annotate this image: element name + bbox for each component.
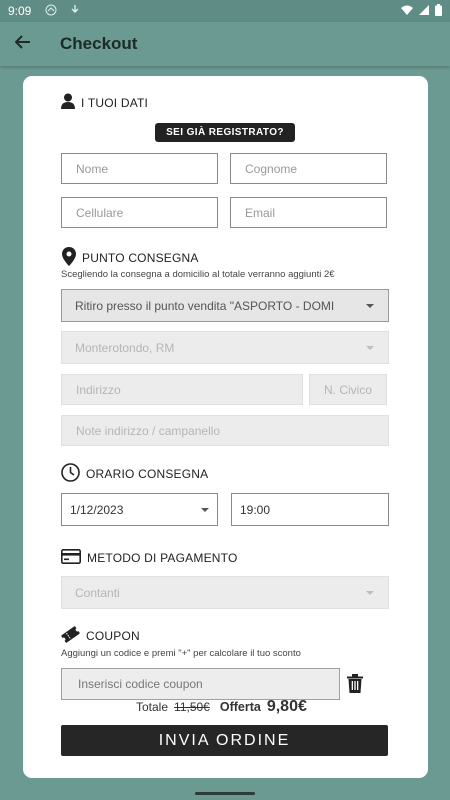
delivery-hint: Scegliendo la consegna a domicilio al to… bbox=[61, 269, 335, 280]
chevron-down-icon bbox=[366, 590, 374, 595]
submit-order-button[interactable]: INVIA ORDINE bbox=[61, 725, 388, 756]
phone-field[interactable]: Cellulare bbox=[61, 197, 218, 228]
total-label: Totale bbox=[136, 700, 169, 714]
user-icon bbox=[61, 93, 75, 112]
address-field[interactable]: Indirizzo bbox=[61, 374, 303, 405]
section-personal-header: I TUOI DATI bbox=[61, 93, 148, 112]
section-delivery-title: PUNTO CONSEGNA bbox=[82, 251, 199, 265]
battery-icon bbox=[435, 3, 442, 19]
section-personal-title: I TUOI DATI bbox=[81, 95, 149, 110]
last-name-field[interactable]: Cognome bbox=[230, 153, 387, 184]
status-time: 9:09 bbox=[8, 4, 32, 18]
section-time-header: ORARIO CONSEGNA bbox=[61, 463, 208, 485]
offer-label: Offerta bbox=[219, 700, 261, 714]
already-registered-button[interactable]: SEI GIÀ REGISTRATO? bbox=[155, 123, 295, 142]
city-select[interactable]: Monterotondo, RM bbox=[61, 331, 389, 364]
civic-number-field[interactable]: N. Civico bbox=[309, 374, 387, 405]
arrow-left-icon bbox=[14, 34, 31, 54]
status-bar: 9:09 bbox=[0, 0, 450, 22]
total-original-price: 11,50€ bbox=[174, 700, 210, 714]
trash-icon bbox=[347, 674, 363, 697]
payment-method-select[interactable]: Contanti bbox=[61, 576, 389, 609]
back-button[interactable] bbox=[0, 22, 46, 66]
checkout-card: I TUOI DATI SEI GIÀ REGISTRATO? Nome Cog… bbox=[23, 76, 428, 778]
signal-icon bbox=[419, 4, 429, 18]
wifi-icon bbox=[401, 4, 413, 18]
order-total: Totale 11,50€ Offerta 9,80€ bbox=[136, 698, 307, 716]
location-pin-icon bbox=[62, 247, 76, 269]
email-field[interactable]: Email bbox=[230, 197, 387, 228]
coupon-input[interactable]: Inserisci codice coupon bbox=[61, 668, 340, 700]
clock-icon bbox=[61, 463, 80, 485]
coupon-hint: Aggiungi un codice e premi "+" per calco… bbox=[61, 648, 301, 659]
section-time-title: ORARIO CONSEGNA bbox=[86, 467, 209, 481]
section-delivery-header: PUNTO CONSEGNA bbox=[62, 247, 199, 269]
offer-price: 9,80€ bbox=[266, 698, 307, 715]
section-coupon-header: COUPON bbox=[61, 626, 140, 646]
delete-coupon-button[interactable] bbox=[347, 674, 363, 698]
app-bar: Checkout bbox=[0, 22, 450, 66]
home-indicator bbox=[195, 792, 255, 795]
delivery-date-select[interactable]: 1/12/2023 bbox=[61, 493, 218, 526]
delivery-point-select[interactable]: Ritiro presso il punto vendita "ASPORTO … bbox=[61, 289, 389, 322]
ticket-icon bbox=[61, 626, 80, 646]
credit-card-icon bbox=[61, 549, 81, 567]
section-coupon-title: COUPON bbox=[86, 629, 140, 643]
chevron-down-icon bbox=[366, 303, 374, 308]
chevron-down-icon bbox=[201, 507, 209, 512]
page-title: Checkout bbox=[60, 34, 138, 53]
notification-icon bbox=[45, 4, 57, 19]
first-name-field[interactable]: Nome bbox=[61, 153, 218, 184]
chevron-down-icon bbox=[366, 345, 374, 350]
address-notes-field[interactable]: Note indirizzo / campanello bbox=[61, 415, 389, 446]
download-icon bbox=[71, 4, 79, 18]
section-payment-title: METODO DI PAGAMENTO bbox=[87, 551, 238, 565]
delivery-time-field[interactable]: 19:00 bbox=[231, 493, 389, 526]
section-payment-header: METODO DI PAGAMENTO bbox=[61, 549, 237, 567]
